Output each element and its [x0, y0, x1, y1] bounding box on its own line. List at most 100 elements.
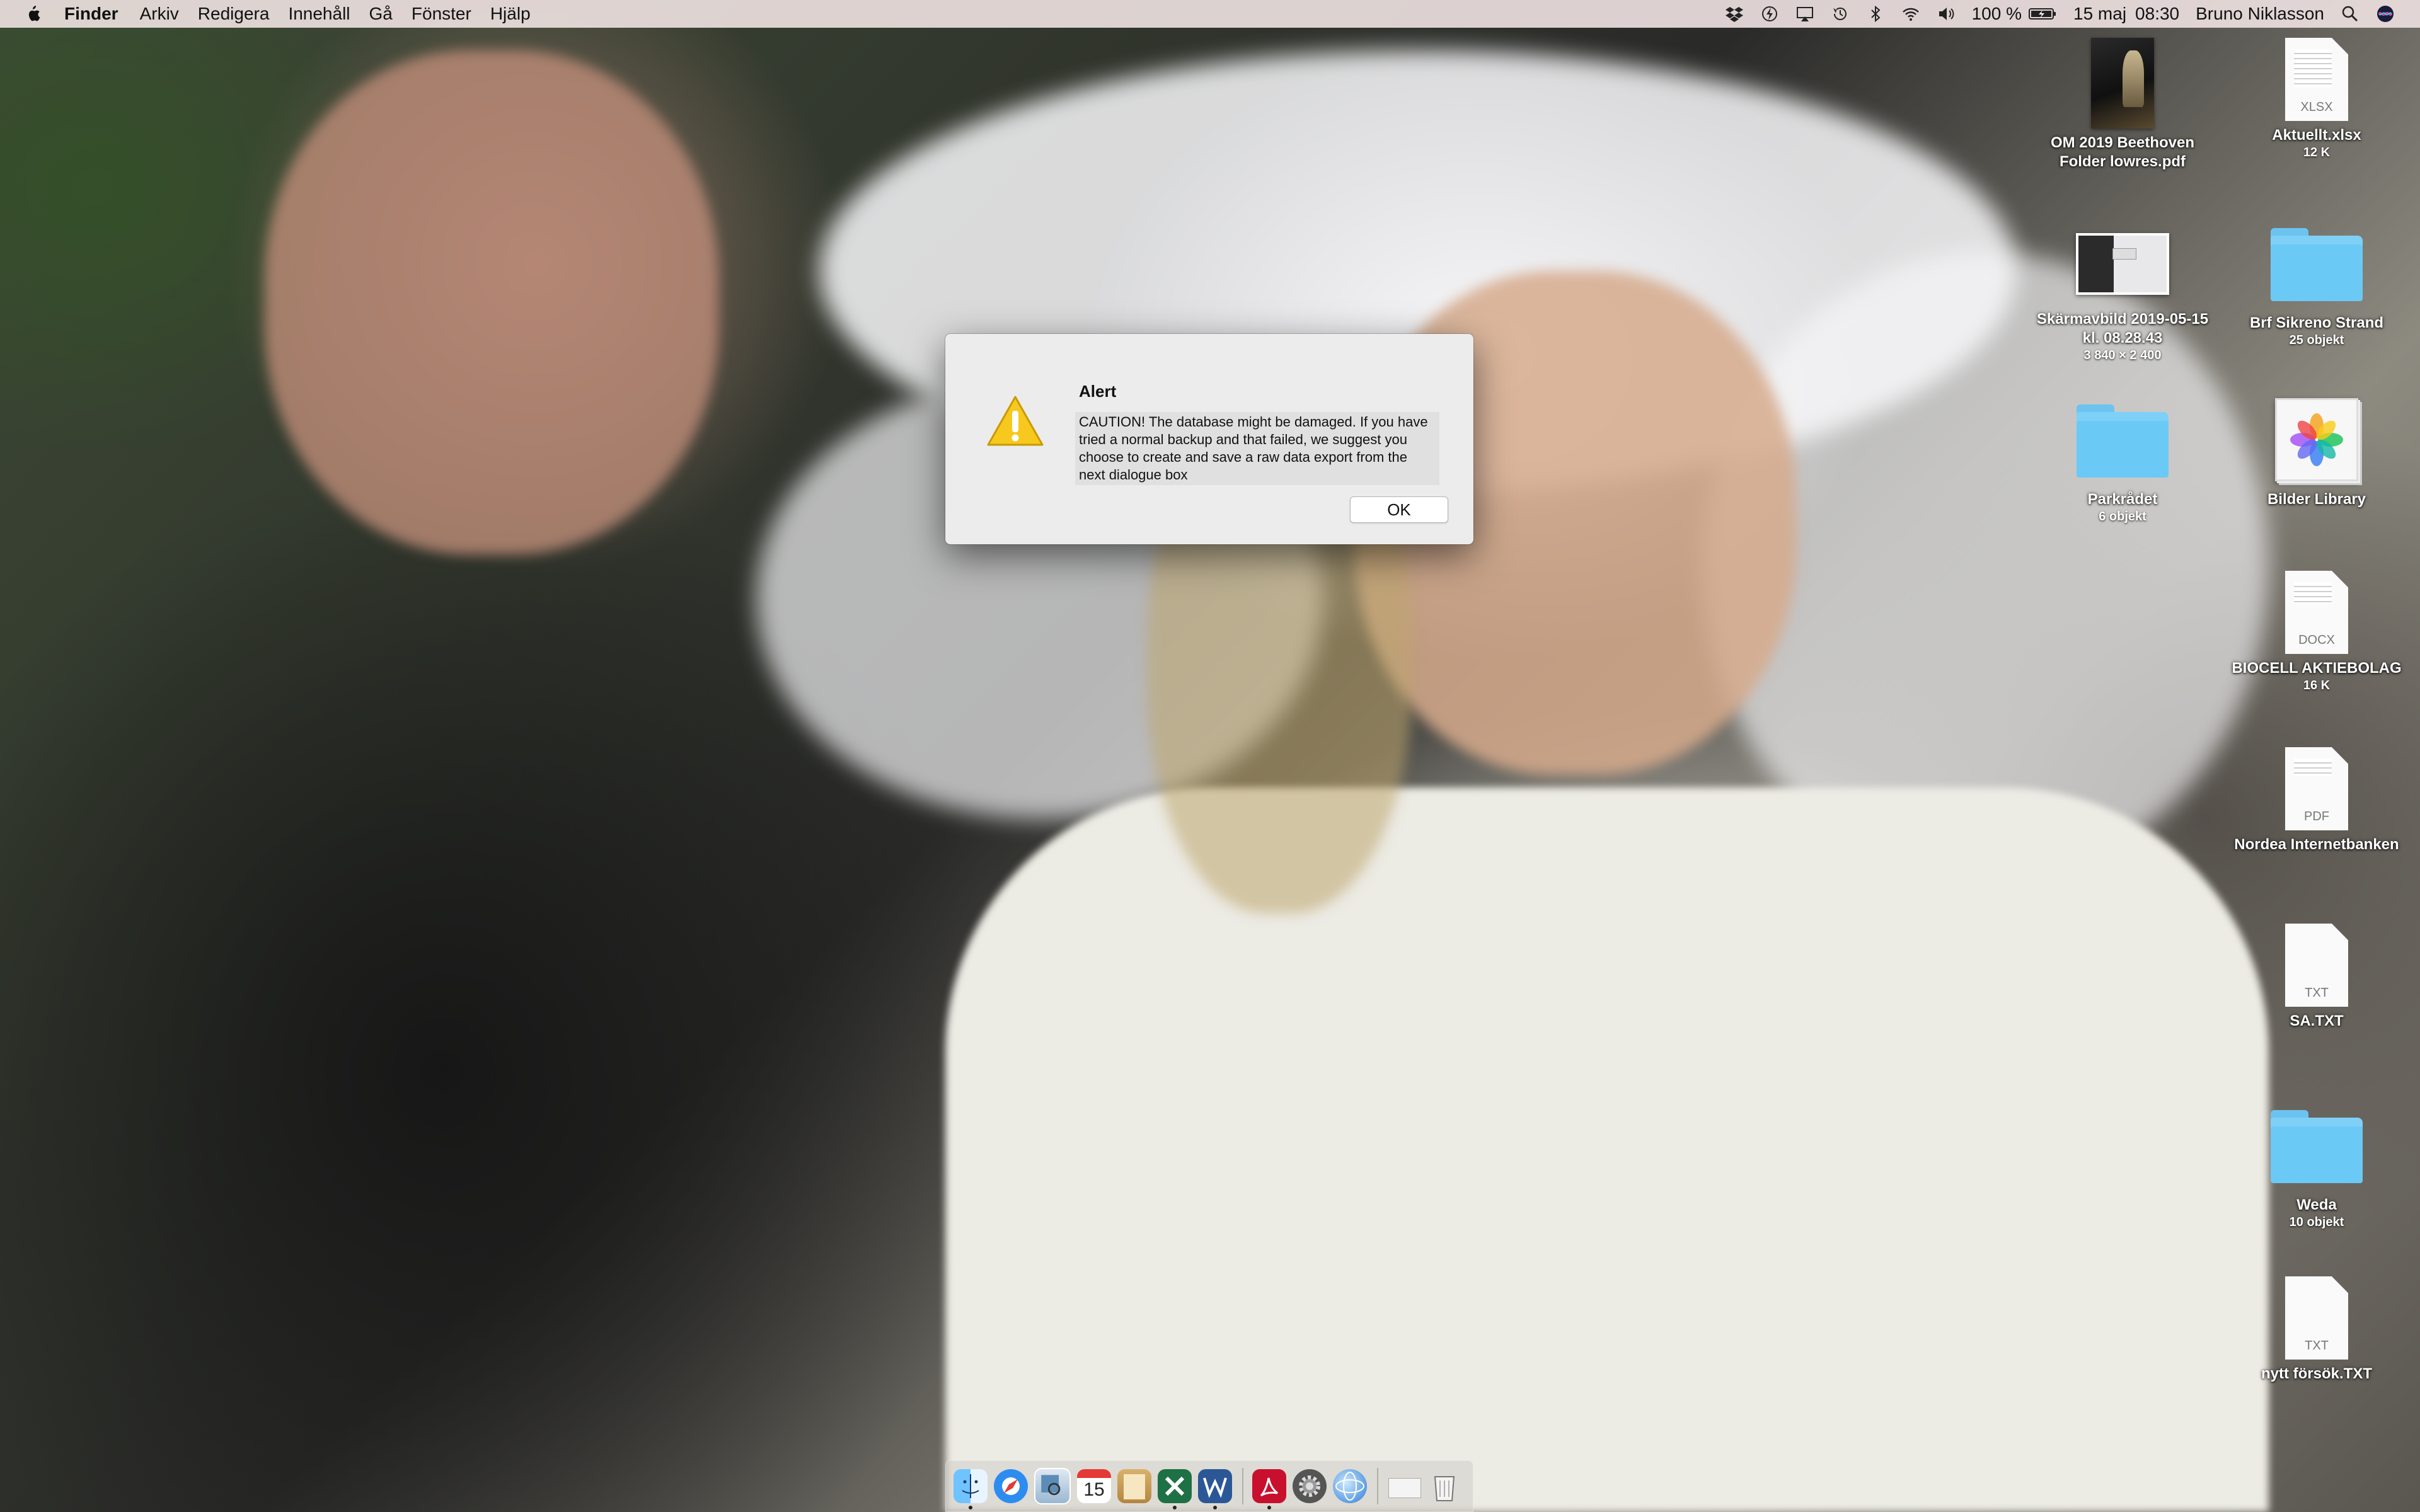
- document-extension: PDF: [2304, 810, 2329, 823]
- document-lines: [2294, 582, 2332, 604]
- wifi-icon[interactable]: [1901, 4, 1920, 23]
- desktop-icon-label: Weda: [2296, 1196, 2337, 1213]
- menu-redigera[interactable]: Redigera: [198, 4, 270, 24]
- network-dock-icon[interactable]: [1333, 1469, 1367, 1503]
- globe-icon: [1335, 1472, 1364, 1501]
- apple-menu-icon[interactable]: [26, 6, 40, 22]
- desktop-icon-label: Aktuellt.xlsx: [2272, 127, 2361, 144]
- status-area: 100 % 15 maj 08:30 Bruno Niklasson: [1708, 0, 2395, 28]
- ok-button[interactable]: OK: [1350, 496, 1448, 523]
- menu-finder[interactable]: Finder: [64, 4, 118, 24]
- running-indicator: [1173, 1506, 1177, 1509]
- desktop-icon-label: BIOCELL AKTIEBOLAG: [2232, 660, 2402, 677]
- gear-icon: [1299, 1475, 1320, 1497]
- document-extension: TXT: [2305, 1339, 2329, 1353]
- acrobat-dock-icon[interactable]: [1252, 1469, 1286, 1509]
- menu-ga[interactable]: Gå: [369, 4, 393, 24]
- finder-face-icon: [962, 1474, 979, 1498]
- calendar-day: 15: [1083, 1479, 1105, 1500]
- folder-front: [2271, 244, 2363, 301]
- airplay-icon[interactable]: [1795, 4, 1814, 23]
- document-icon: TXT: [2285, 924, 2348, 1007]
- volume-icon[interactable]: [1937, 4, 1956, 23]
- document-icon: DOCX: [2285, 571, 2348, 654]
- menu-innehall[interactable]: Innehåll: [288, 4, 350, 24]
- calendar-header: [1077, 1469, 1111, 1478]
- running-indicator: [969, 1506, 972, 1509]
- folder-icon: [2271, 1110, 2363, 1183]
- folder-front: [2271, 1126, 2363, 1183]
- dropbox-icon[interactable]: [1725, 4, 1744, 23]
- desktop-icon-biocell[interactable]: DOCX BIOCELL AKTIEBOLAG 16 K: [2222, 571, 2411, 693]
- document-extension: XLSX: [2300, 100, 2333, 114]
- document-extension: DOCX: [2298, 633, 2335, 647]
- desktop-icon-sa-txt[interactable]: TXT SA.TXT: [2222, 924, 2411, 1031]
- running-indicator: [1213, 1506, 1217, 1509]
- preview-dock-icon[interactable]: [1034, 1468, 1071, 1504]
- menubar-user[interactable]: Bruno Niklasson: [2196, 4, 2324, 24]
- calendar-dock-icon[interactable]: 15: [1077, 1469, 1111, 1503]
- desktop-icon-nytt-forsok[interactable]: TXT nytt försök.TXT: [2222, 1276, 2411, 1383]
- menubar-date[interactable]: 15 maj: [2073, 4, 2126, 24]
- system-preferences-dock-icon[interactable]: [1293, 1469, 1327, 1503]
- document-icon: PDF: [2285, 747, 2348, 830]
- siri-icon[interactable]: [2376, 4, 2395, 23]
- desktop-icon-aktuellt-xlsx[interactable]: XLSX Aktuellt.xlsx 12 K: [2222, 38, 2411, 160]
- desktop-icon-label: OM 2019 Beethoven Folder lowres.pdf: [2050, 134, 2195, 170]
- battery-percent[interactable]: 100 %: [1972, 4, 2022, 24]
- pdf-thumbnail: [2091, 38, 2154, 129]
- desktop[interactable]: Finder Arkiv Redigera Innehåll Gå Fönste…: [0, 0, 2420, 1512]
- document-lines: [2294, 759, 2332, 776]
- desktop-icon-label: Skärmavbild 2019-05-15 kl. 08.28.43: [2036, 311, 2209, 346]
- word-dock-icon[interactable]: [1198, 1469, 1232, 1509]
- menu-bar: Finder Arkiv Redigera Innehåll Gå Fönste…: [0, 0, 2420, 28]
- desktop-icon-screenshot[interactable]: Skärmavbild 2019-05-15 kl. 08.28.43 3 84…: [2028, 233, 2217, 363]
- desktop-icon-beethoven-pdf[interactable]: OM 2019 Beethoven Folder lowres.pdf: [2028, 38, 2217, 171]
- safari-dock-icon[interactable]: [994, 1469, 1028, 1503]
- desktop-icon-info: 6 objekt: [2099, 510, 2146, 524]
- battery-icon[interactable]: [2028, 4, 2057, 23]
- desktop-icon-parkradet[interactable]: Parkrådet 6 objekt: [2028, 404, 2217, 524]
- document-icon: XLSX: [2285, 38, 2348, 121]
- trash-dock-icon[interactable]: [1427, 1469, 1461, 1503]
- bolt-icon[interactable]: [1760, 4, 1779, 23]
- thumbnail-dialog: [2112, 248, 2136, 260]
- excel-x-icon: [1165, 1476, 1185, 1496]
- wallpaper-face: [265, 50, 718, 554]
- desktop-icon-label: Parkrådet: [2087, 491, 2158, 508]
- desktop-icon-info: 25 objekt: [2289, 333, 2344, 347]
- preview-photo-icon: [1041, 1475, 1061, 1496]
- desktop-icon-brf-sikreno-strand[interactable]: Brf Sikreno Strand 25 objekt: [2222, 228, 2411, 348]
- desktop-icon-info: 12 K: [2303, 146, 2331, 159]
- desktop-icon-label: Bilder Library: [2267, 491, 2366, 508]
- running-indicator: [1267, 1506, 1271, 1509]
- notes-page: [1124, 1474, 1145, 1499]
- acrobat-logo-icon: [1260, 1477, 1278, 1497]
- desktop-icon-label: SA.TXT: [2290, 1012, 2344, 1029]
- spotlight-icon[interactable]: [2341, 4, 2360, 23]
- finder-dock-icon[interactable]: [954, 1469, 988, 1509]
- stack-document: [1388, 1478, 1421, 1498]
- menu-hjalp[interactable]: Hjälp: [490, 4, 531, 24]
- downloads-stack-dock-icon[interactable]: [1387, 1469, 1421, 1503]
- desktop-icon-info: 16 K: [2303, 679, 2331, 692]
- dock-separator: [1242, 1468, 1243, 1504]
- menu-fonster[interactable]: Fönster: [412, 4, 471, 24]
- alert-message: CAUTION! The database might be damaged. …: [1075, 412, 1439, 485]
- desktop-icon-label: nytt försök.TXT: [2261, 1365, 2372, 1382]
- desktop-icon-weda[interactable]: Weda 10 objekt: [2222, 1110, 2411, 1230]
- photos-flower-icon: [2290, 413, 2343, 466]
- dock: 15: [945, 1460, 1473, 1512]
- desktop-icon-nordea[interactable]: PDF Nordea Internetbanken: [2222, 747, 2411, 854]
- desktop-icon-bilder-library[interactable]: Bilder Library: [2222, 398, 2411, 509]
- menu-arkiv[interactable]: Arkiv: [140, 4, 179, 24]
- document-lines: [2294, 49, 2332, 87]
- menubar-time[interactable]: 08:30: [2135, 4, 2179, 24]
- bluetooth-icon[interactable]: [1866, 4, 1885, 23]
- time-machine-icon[interactable]: [1831, 4, 1850, 23]
- compass-icon: [1004, 1479, 1018, 1493]
- desktop-icon-label: Brf Sikreno Strand: [2249, 314, 2384, 331]
- desktop-icon-label: Nordea Internetbanken: [2234, 836, 2399, 853]
- notes-dock-icon[interactable]: [1117, 1469, 1151, 1503]
- excel-dock-icon[interactable]: [1158, 1469, 1192, 1509]
